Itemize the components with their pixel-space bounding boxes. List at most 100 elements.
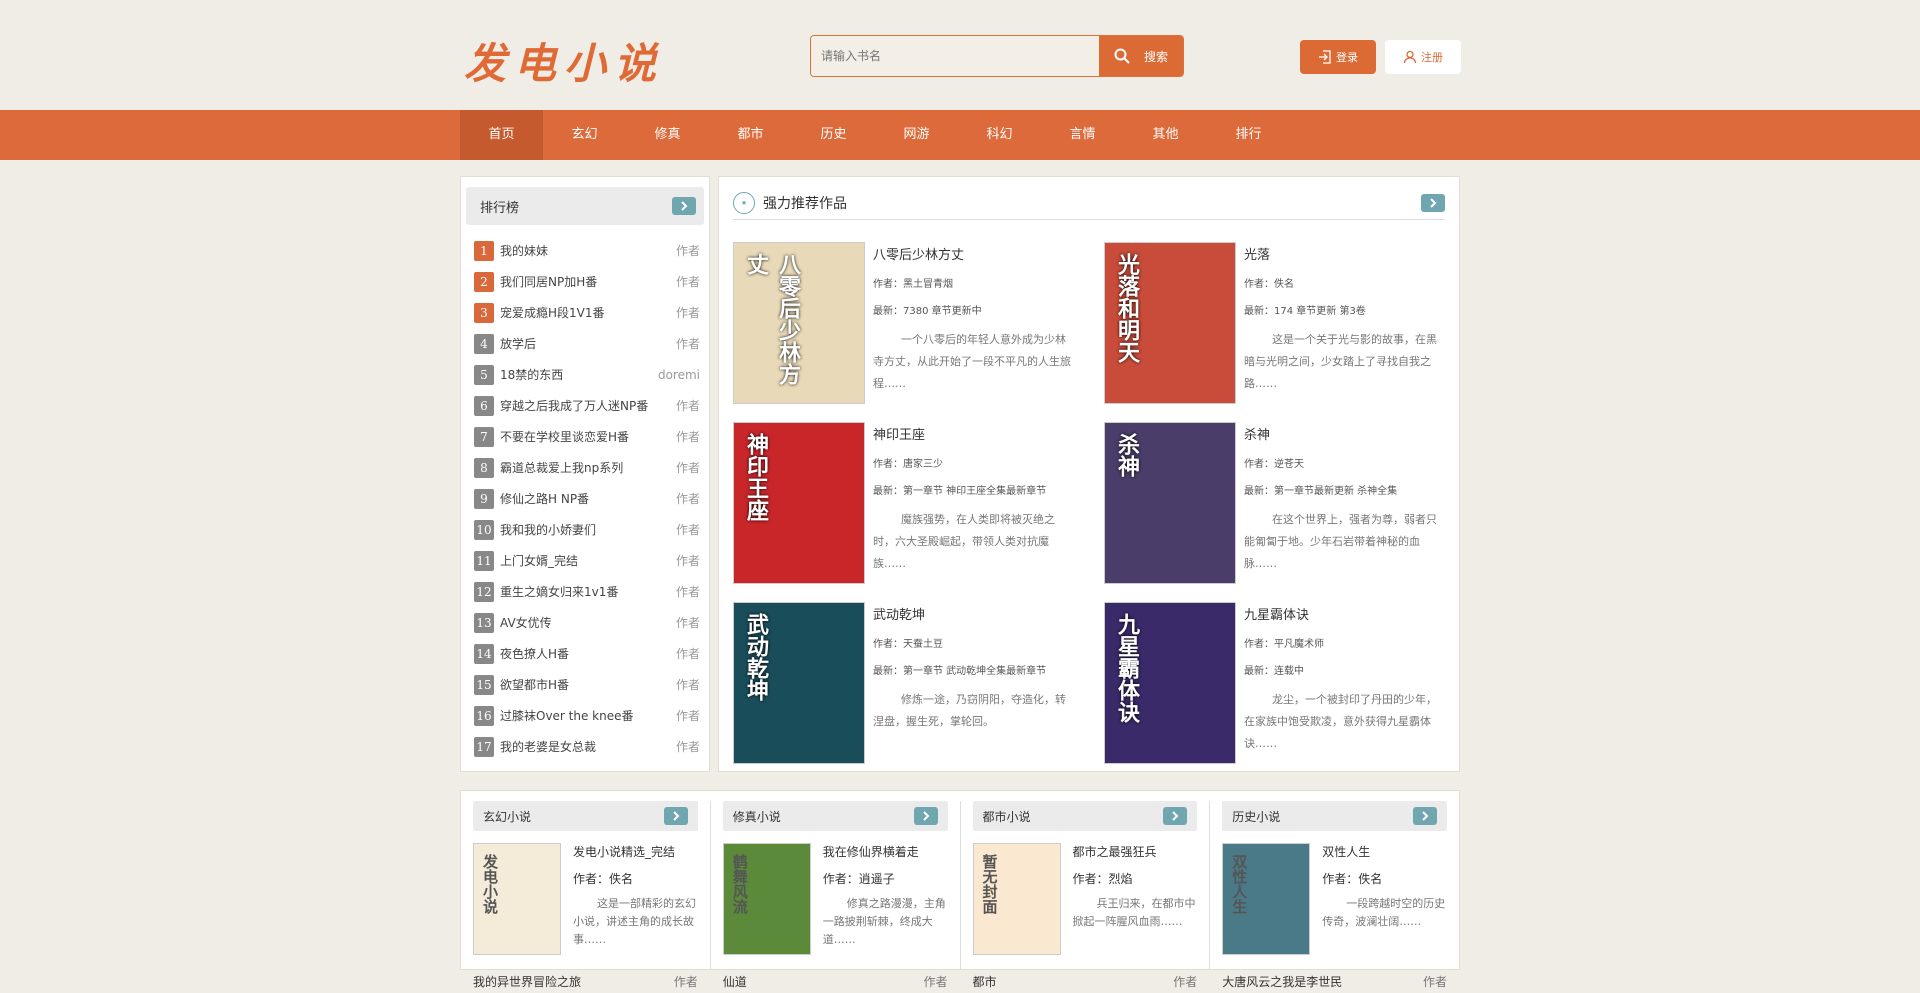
rank-book-name[interactable]: 欲望都市H番 <box>500 676 670 693</box>
rank-book-name[interactable]: 我的老婆是女总裁 <box>500 738 670 755</box>
login-button[interactable]: 登录 <box>1300 40 1376 74</box>
rank-number: 8 <box>474 457 494 478</box>
rank-book-name[interactable]: 穿越之后我成了万人迷NP番 <box>500 397 670 414</box>
nav-item[interactable]: 修真 <box>626 110 709 160</box>
rank-row[interactable]: 4 放学后 作者 <box>474 328 700 359</box>
category-more-button[interactable] <box>663 807 688 825</box>
rank-row[interactable]: 3 宠爱成瘾H段1V1番 作者 <box>474 297 700 328</box>
rank-book-name[interactable]: AV女优传 <box>500 614 670 631</box>
book-title[interactable]: 八零后少林方丈 <box>873 244 1074 263</box>
book-title[interactable]: 杀神 <box>1244 424 1445 443</box>
rank-number: 6 <box>474 395 494 416</box>
book-desc: 一个八零后的年轻人意外成为少林寺方丈，从此开始了一段不平凡的人生旅程…… <box>873 333 1071 390</box>
book-cover[interactable]: 光落和明天 <box>1104 242 1236 404</box>
rank-number: 15 <box>474 674 494 695</box>
rank-book-name[interactable]: 我和我的小娇妻们 <box>500 521 670 538</box>
rank-number: 7 <box>474 426 494 447</box>
book-author: 作者：佚名 <box>573 872 634 886</box>
nav-item[interactable]: 排行 <box>1207 110 1290 160</box>
book-cover[interactable]: 发电小说 <box>473 843 561 955</box>
register-button[interactable]: 注册 <box>1385 40 1461 74</box>
list-item-title[interactable]: 我的异世界冒险之旅 <box>473 973 581 990</box>
nav-item[interactable]: 历史 <box>792 110 875 160</box>
rank-author: 作者 <box>675 647 700 661</box>
rank-row[interactable]: 16 过膝袜Over the knee番 作者 <box>474 700 700 731</box>
rank-book-name[interactable]: 宠爱成瘾H段1V1番 <box>500 304 670 321</box>
book-title[interactable]: 发电小说精选_完结 <box>573 843 698 860</box>
book-title[interactable]: 双性人生 <box>1322 843 1447 860</box>
book-cover[interactable]: 暂无封面 <box>972 843 1061 955</box>
site-logo[interactable]: 发电小说 <box>464 30 664 91</box>
chevron-right-icon <box>673 811 680 821</box>
rank-row[interactable]: 8 霸道总裁爱上我np系列 作者 <box>474 452 700 483</box>
nav-item[interactable]: 其他 <box>1124 110 1207 160</box>
rank-row[interactable]: 2 我们同居NP加H番 作者 <box>474 266 700 297</box>
list-item-title[interactable]: 都市 <box>973 973 997 990</box>
nav-item[interactable]: 都市 <box>709 110 792 160</box>
book-title[interactable]: 都市之最强狂兵 <box>1073 843 1198 860</box>
rank-book-name[interactable]: 放学后 <box>500 335 670 352</box>
book-latest[interactable]: 最新：连载中 <box>1244 662 1445 677</box>
book-author: 作者：天蚕土豆 <box>873 639 943 650</box>
rank-book-name[interactable]: 霸道总裁爱上我np系列 <box>500 459 670 476</box>
book-cover[interactable]: 鹤舞风流 <box>722 843 811 955</box>
category-header: 修真小说 <box>722 801 948 831</box>
nav-item[interactable]: 科幻 <box>958 110 1041 160</box>
rank-book-name[interactable]: 修仙之路H NP番 <box>500 490 670 507</box>
rank-row[interactable]: 1 我的妹妹 作者 <box>474 235 700 266</box>
category-more-button[interactable] <box>1413 807 1437 825</box>
book-latest[interactable]: 最新：第一章节 神印王座全集最新章节 <box>873 482 1074 497</box>
search-input[interactable] <box>811 36 1099 76</box>
rank-book-name[interactable]: 重生之嫡女归来1v1番 <box>500 583 670 600</box>
category-more-button[interactable] <box>1163 807 1188 825</box>
nav-item-home[interactable]: 首页 <box>460 110 543 160</box>
rank-author: 作者 <box>675 554 700 568</box>
book-cover[interactable]: 八零后少林方丈 <box>733 242 865 404</box>
featured-book: 八零后少林方丈 八零后少林方丈 作者：黑土冒青烟 最新：7380 章节更新中 一个八零后… <box>733 242 1074 404</box>
rank-book-name[interactable]: 我的妹妹 <box>500 242 670 259</box>
rank-row[interactable]: 5 18禁的东西 doremi <box>474 359 700 390</box>
book-latest[interactable]: 最新：第一章节 武动乾坤全集最新章节 <box>873 662 1074 677</box>
search-button[interactable]: 搜索 <box>1099 36 1183 76</box>
book-cover[interactable]: 武动乾坤 <box>733 602 865 764</box>
list-item-title[interactable]: 大唐风云之我是李世民 <box>1222 973 1342 990</box>
rank-book-name[interactable]: 上门女婿_完结 <box>500 552 670 569</box>
book-title[interactable]: 九星霸体诀 <box>1244 604 1445 623</box>
rank-row[interactable]: 10 我和我的小娇妻们 作者 <box>474 514 700 545</box>
rank-row[interactable]: 7 不要在学校里谈恋爱H番 作者 <box>474 421 700 452</box>
book-latest[interactable]: 最新：第一章节最新更新 杀神全集 <box>1244 482 1445 497</box>
ranking-more-button[interactable] <box>672 197 696 215</box>
rank-row[interactable]: 12 重生之嫡女归来1v1番 作者 <box>474 576 700 607</box>
book-latest[interactable]: 最新：174 章节更新 第3卷 <box>1244 302 1445 317</box>
book-cover[interactable]: 杀神 <box>1104 422 1236 584</box>
rank-book-name[interactable]: 18禁的东西 <box>500 366 652 383</box>
nav-item[interactable]: 玄幻 <box>543 110 626 160</box>
book-title[interactable]: 武动乾坤 <box>873 604 1074 623</box>
rank-book-name[interactable]: 不要在学校里谈恋爱H番 <box>500 428 670 445</box>
category-more-button[interactable] <box>913 807 938 825</box>
rank-author: 作者 <box>675 740 700 754</box>
rank-row[interactable]: 13 AV女优传 作者 <box>474 607 700 638</box>
rank-book-name[interactable]: 过膝袜Over the knee番 <box>500 707 670 724</box>
book-cover[interactable]: 神印王座 <box>733 422 865 584</box>
rank-row[interactable]: 17 我的老婆是女总裁 作者 <box>474 731 700 762</box>
book-title[interactable]: 光落 <box>1244 244 1445 263</box>
book-title[interactable]: 神印王座 <box>873 424 1074 443</box>
rank-row[interactable]: 9 修仙之路H NP番 作者 <box>474 483 700 514</box>
book-cover[interactable]: 九星霸体诀 <box>1104 602 1236 764</box>
nav-item[interactable]: 网游 <box>875 110 958 160</box>
book-latest[interactable]: 最新：7380 章节更新中 <box>873 302 1074 317</box>
rank-row[interactable]: 15 欲望都市H番 作者 <box>474 669 700 700</box>
rank-row[interactable]: 11 上门女婿_完结 作者 <box>474 545 700 576</box>
rank-row[interactable]: 14 夜色撩人H番 作者 <box>474 638 700 669</box>
rank-book-name[interactable]: 夜色撩人H番 <box>500 645 670 662</box>
book-cover[interactable]: 双性人生 <box>1222 843 1311 955</box>
category-header: 历史小说 <box>1222 801 1447 831</box>
featured-more-button[interactable] <box>1421 194 1445 212</box>
book-title[interactable]: 我在修仙界横着走 <box>823 843 948 860</box>
list-item-title[interactable]: 仙道 <box>723 973 747 990</box>
rank-book-name[interactable]: 我们同居NP加H番 <box>500 273 670 290</box>
nav-item[interactable]: 言情 <box>1041 110 1124 160</box>
login-icon <box>1319 50 1331 64</box>
rank-row[interactable]: 6 穿越之后我成了万人迷NP番 作者 <box>474 390 700 421</box>
